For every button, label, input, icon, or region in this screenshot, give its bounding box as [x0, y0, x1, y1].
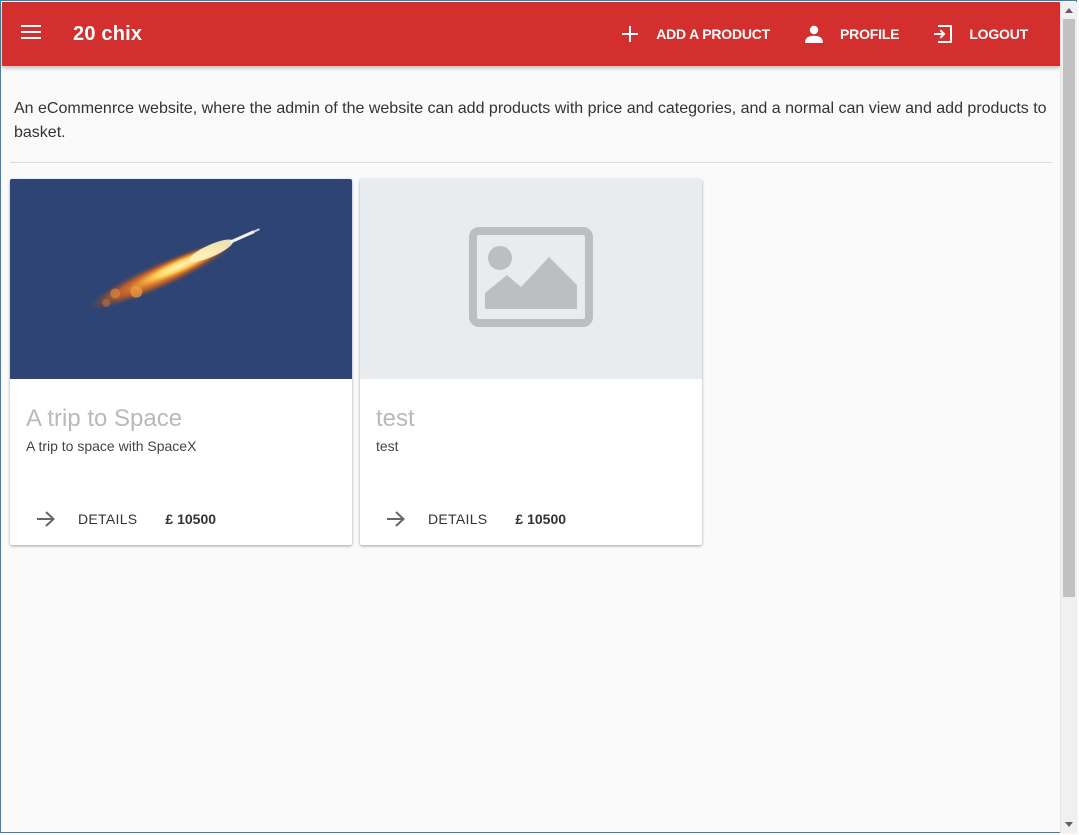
site-description: An eCommenrce website, where the admin o… — [14, 100, 1047, 141]
scroll-down-arrow-icon[interactable] — [1061, 816, 1077, 833]
person-icon — [802, 22, 826, 46]
product-title: test — [376, 405, 415, 432]
product-subtitle: test — [376, 438, 399, 454]
logout-icon — [931, 22, 955, 46]
image-placeholder — [360, 179, 702, 379]
divider — [10, 162, 1052, 163]
product-price: £ 10500 — [515, 511, 567, 527]
product-subtitle: A trip to space with SpaceX — [26, 438, 197, 454]
details-button[interactable]: DETAILS — [78, 511, 137, 527]
profile-label: PROFILE — [840, 26, 900, 42]
rocket-launch-image — [10, 179, 352, 379]
profile-button[interactable]: PROFILE — [802, 2, 900, 66]
scrollbar-thumb[interactable] — [1063, 19, 1075, 597]
add-product-button[interactable]: ADD A PRODUCT — [618, 2, 770, 66]
product-card: A trip to Space A trip to space with Spa… — [10, 179, 352, 545]
product-card: test test DETAILS £ 10500 — [360, 179, 702, 545]
card-actions: DETAILS £ 10500 — [34, 506, 216, 532]
app-bar: 20 chix ADD A PRODUCT PROFILE LOGOUT — [2, 2, 1060, 66]
product-title: A trip to Space — [26, 405, 183, 432]
logout-button[interactable]: LOGOUT — [931, 2, 1028, 66]
add-product-label: ADD A PRODUCT — [656, 26, 771, 42]
vertical-scrollbar[interactable] — [1060, 2, 1077, 833]
menu-icon — [21, 24, 41, 44]
plus-icon — [618, 22, 642, 46]
scroll-up-arrow-icon[interactable] — [1061, 2, 1077, 19]
logout-label: LOGOUT — [969, 26, 1028, 42]
image-placeholder-icon — [469, 226, 593, 332]
arrow-right-icon[interactable] — [34, 507, 58, 531]
arrow-right-icon[interactable] — [384, 507, 408, 531]
app-title[interactable]: 20 chix — [73, 23, 142, 46]
details-button[interactable]: DETAILS — [428, 511, 487, 527]
card-actions: DETAILS £ 10500 — [384, 506, 566, 532]
product-price: £ 10500 — [165, 511, 217, 527]
menu-button[interactable] — [3, 2, 59, 66]
